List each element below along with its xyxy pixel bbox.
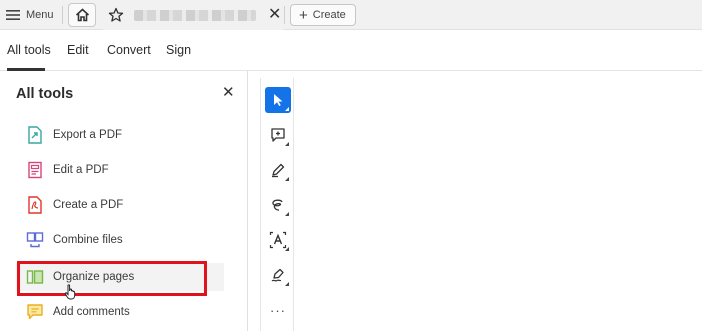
sign-tool-button[interactable] [265,262,291,288]
create-pdf-icon [24,194,46,216]
divider [62,6,63,24]
top-tab-bar: Menu ✕ + Create [0,0,702,30]
home-button[interactable] [68,3,96,27]
edit-pdf-icon [24,159,46,181]
tool-edit-pdf[interactable]: Edit a PDF [16,156,224,184]
close-panel-icon[interactable]: ✕ [222,85,235,100]
highlight-annotation-box [17,261,207,296]
tool-add-comments[interactable]: Add comments [16,298,224,326]
text-tool-button[interactable] [265,227,291,253]
tool-label: Add comments [53,306,130,318]
combine-files-icon [24,229,46,251]
cursor-arrow-icon [274,94,283,106]
draw-tool-button[interactable] [265,192,291,218]
panel-title: All tools [16,86,74,102]
tool-label: Create a PDF [53,199,124,211]
tab-all-tools[interactable]: All tools [7,43,51,57]
quick-tools-toolbar: ··· [260,78,294,331]
add-comments-icon [24,301,46,323]
menu-label: Menu [26,9,54,21]
tool-navigation: All tools Edit Convert Sign [0,30,702,71]
document-title-redacted [134,9,256,21]
tool-create-pdf[interactable]: Create a PDF [16,191,224,219]
tool-label: Edit a PDF [53,164,109,176]
create-label: Create [312,9,346,21]
divider [284,6,285,24]
close-tab-icon[interactable]: ✕ [268,7,281,23]
tool-combine-files[interactable]: Combine files [16,226,224,254]
tab-sign[interactable]: Sign [166,43,191,57]
menu-button[interactable]: Menu [6,5,54,25]
add-comment-tool-button[interactable] [265,122,291,148]
freehand-draw-icon [272,199,283,211]
select-tool-button[interactable] [265,87,291,113]
signature-pen-icon [271,268,284,282]
comment-plus-icon [271,128,285,142]
highlight-tool-button[interactable] [265,157,291,183]
tool-export-pdf[interactable]: Export a PDF [16,121,224,149]
document-tab[interactable]: ✕ [103,0,283,30]
more-tools-button[interactable]: ··· [265,297,291,323]
hamburger-icon [6,10,20,20]
tab-convert[interactable]: Convert [107,43,151,57]
create-button[interactable]: + Create [290,4,356,26]
home-icon [75,8,89,22]
plus-icon: + [299,6,308,24]
document-canvas[interactable] [295,71,702,331]
star-icon[interactable] [108,7,124,23]
export-pdf-icon [24,124,46,146]
tool-label: Export a PDF [53,129,123,141]
hand-cursor-icon [64,284,76,300]
tab-edit[interactable]: Edit [67,43,89,57]
pen-icon [272,163,285,178]
tool-label: Combine files [53,234,123,246]
